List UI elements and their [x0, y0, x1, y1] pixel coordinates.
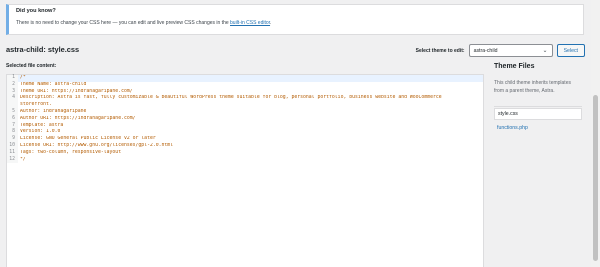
did-you-know-notice: Did you know? There is no need to change… — [6, 4, 584, 35]
line-code: /* — [20, 75, 26, 80]
code-line[interactable]: 11 Tags: two-column, responsive-layout — [7, 149, 483, 157]
line-code: Template: astra — [20, 122, 64, 128]
selected-theme-value: astra-child — [473, 47, 498, 54]
line-code: License: GNU General Public License v2 o… — [20, 136, 156, 142]
code-line[interactable]: storefront. — [7, 102, 483, 109]
line-number: 12 — [7, 156, 18, 164]
line-code: storefront. — [20, 102, 52, 108]
code-line[interactable]: 12 */ — [7, 156, 483, 164]
theme-files-divider — [494, 106, 582, 107]
notice-text: There is no need to change your CSS here… — [16, 20, 576, 26]
line-code: Description: Astra is fast, fully custom… — [20, 95, 442, 101]
code-line[interactable]: 7 Template: astra — [7, 122, 483, 130]
code-line[interactable]: 10 License URI: http://www.gnu.org/licens… — [7, 142, 483, 150]
line-number — [7, 102, 18, 109]
line-code: Author: indranagaripane — [20, 108, 87, 114]
notice-text-after: . — [270, 20, 272, 26]
notice-title: Did you know? — [16, 8, 56, 14]
selected-file-label: Selected file content: — [6, 63, 57, 69]
code-line[interactable]: 6 Author URI: https://indranagaripane.com… — [7, 115, 483, 123]
line-code: Theme URI: https://indranagaripane.com/ — [20, 88, 133, 94]
code-line[interactable]: 1/* — [7, 75, 483, 82]
code-line[interactable]: 8 Version: 1.0.0 — [7, 129, 483, 137]
code-line[interactable]: 5 Author: indranagaripane — [7, 108, 483, 116]
line-number: 5 — [7, 108, 18, 116]
line-code: Tags: two-column, responsive-layout — [20, 149, 122, 155]
line-code: License URI: http://www.gnu.org/licenses… — [20, 142, 174, 148]
code-line[interactable]: 4 Description: Astra is fast, fully custo… — [7, 95, 483, 103]
code-line[interactable]: 9 License: GNU General Public License v2 … — [7, 136, 483, 143]
line-number: 1 — [7, 75, 18, 82]
chevron-down-icon: ⌄ — [542, 48, 548, 54]
line-number: 10 — [7, 142, 18, 150]
line-code: Version: 1.0.0 — [20, 129, 61, 135]
notice-text-before: There is no need to change your CSS here… — [16, 20, 231, 26]
theme-files-description: This child theme inherits templates from… — [494, 80, 571, 94]
line-code: Author URI: https://indranagaripane.com/ — [20, 115, 136, 121]
code-line[interactable]: 2 Theme Name: astra-child — [7, 81, 483, 89]
line-code: Theme Name: astra-child — [20, 81, 87, 87]
file-item-functions-php[interactable]: functions.php — [494, 123, 582, 133]
css-editor-link[interactable]: built-in CSS editor — [230, 20, 270, 26]
page-title: astra-child: style.css — [6, 45, 80, 54]
page-scrollbar[interactable] — [591, 0, 600, 267]
theme-files-heading: Theme Files — [494, 63, 535, 70]
line-number: 11 — [7, 149, 18, 157]
code-editor[interactable]: 1/* 2 Theme Name: astra-child 3 Theme URI: h… — [6, 74, 484, 267]
file-item-style-css[interactable]: style.css — [494, 108, 582, 120]
select-button[interactable]: Select — [556, 44, 585, 57]
line-number: 4 — [7, 95, 18, 103]
scrollbar-thumb[interactable] — [593, 95, 598, 261]
code-line[interactable]: 3 Theme URI: https://indranagaripane.com/ — [7, 88, 483, 96]
line-number: 2 — [7, 81, 18, 89]
line-number: 6 — [7, 115, 18, 123]
theme-select-group: Select theme to edit: astra-child ⌄ Sele… — [416, 44, 585, 57]
select-theme-label: Select theme to edit: — [415, 47, 465, 54]
line-number: 9 — [7, 136, 18, 143]
line-code: */ — [20, 156, 26, 162]
theme-select-dropdown[interactable]: astra-child ⌄ — [468, 44, 553, 57]
